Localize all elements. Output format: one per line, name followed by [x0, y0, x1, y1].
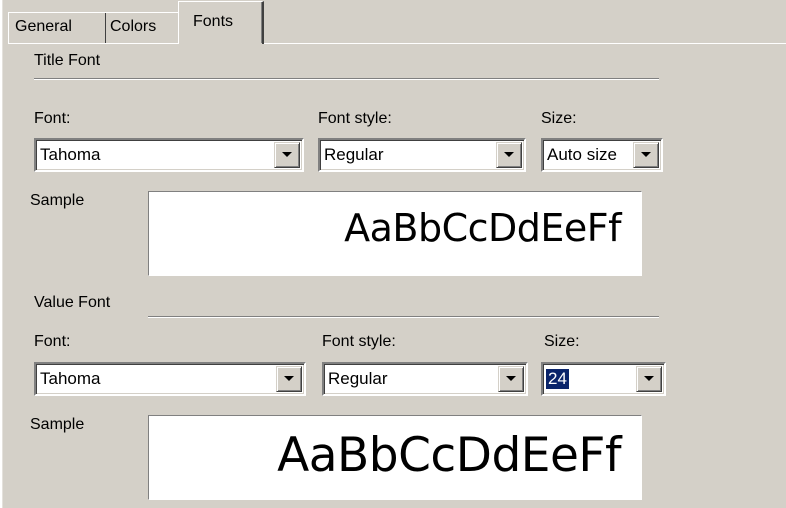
- chevron-down-icon: [644, 376, 654, 381]
- tab-colors[interactable]: Colors: [106, 12, 178, 43]
- value-font-dropdown-button[interactable]: [276, 366, 302, 392]
- value-font-size-label: Size:: [544, 333, 580, 350]
- title-font-size-label: Size:: [541, 110, 577, 127]
- tab-general[interactable]: General: [8, 12, 107, 43]
- value-font-select[interactable]: Tahoma: [34, 362, 306, 396]
- fonts-dialog-page: General Colors Fonts Title Font Font: Fo…: [0, 0, 786, 508]
- tab-colors-label: Colors: [110, 18, 157, 35]
- dialog-edge-inner: [2, 0, 3, 508]
- chevron-down-icon: [641, 152, 651, 157]
- chevron-down-icon: [284, 376, 294, 381]
- title-font-dropdown-button[interactable]: [274, 142, 300, 168]
- chevron-down-icon: [282, 152, 292, 157]
- title-font-sample-preview: AaBbCcDdEeFf: [148, 191, 642, 276]
- title-font-label: Font:: [34, 110, 71, 127]
- value-font-label: Font:: [34, 333, 71, 350]
- tab-strip-border: [8, 43, 786, 44]
- value-font-style-label: Font style:: [322, 333, 396, 350]
- value-font-size-select-value[interactable]: 24: [546, 369, 569, 389]
- title-font-size-select-value: Auto size: [547, 145, 617, 164]
- title-font-style-select[interactable]: Regular: [318, 138, 526, 172]
- tab-fonts[interactable]: Fonts: [178, 1, 264, 44]
- value-font-heading: Value Font: [34, 294, 111, 311]
- value-font-size-select[interactable]: 24: [541, 362, 666, 396]
- title-font-select[interactable]: Tahoma: [34, 138, 304, 172]
- value-font-separator: [148, 316, 659, 318]
- title-font-size-select[interactable]: Auto size: [541, 138, 663, 172]
- value-font-sample-preview: AaBbCcDdEeFf: [148, 415, 642, 500]
- title-font-style-label: Font style:: [318, 110, 392, 127]
- value-font-style-dropdown-button[interactable]: [498, 366, 524, 392]
- title-font-style-dropdown-button[interactable]: [496, 142, 522, 168]
- title-font-style-select-value: Regular: [324, 145, 384, 164]
- title-sample-label: Sample: [30, 192, 85, 209]
- active-tab-gap: [179, 43, 262, 45]
- tab-fonts-label: Fonts: [193, 13, 234, 30]
- title-font-sample-text: AaBbCcDdEeFf: [344, 206, 621, 250]
- value-font-style-select[interactable]: Regular: [322, 362, 528, 396]
- value-sample-label: Sample: [30, 416, 85, 433]
- value-font-sample-text: AaBbCcDdEeFf: [277, 428, 621, 483]
- chevron-down-icon: [504, 152, 514, 157]
- tab-general-label: General: [15, 18, 72, 35]
- title-font-separator: [34, 78, 659, 80]
- title-font-size-dropdown-button[interactable]: [633, 142, 659, 168]
- value-font-style-select-value: Regular: [328, 369, 388, 388]
- value-font-select-value: Tahoma: [40, 369, 101, 388]
- chevron-down-icon: [506, 376, 516, 381]
- title-font-select-value: Tahoma: [40, 145, 101, 164]
- value-font-size-dropdown-button[interactable]: [636, 366, 662, 392]
- title-font-heading: Title Font: [34, 52, 101, 69]
